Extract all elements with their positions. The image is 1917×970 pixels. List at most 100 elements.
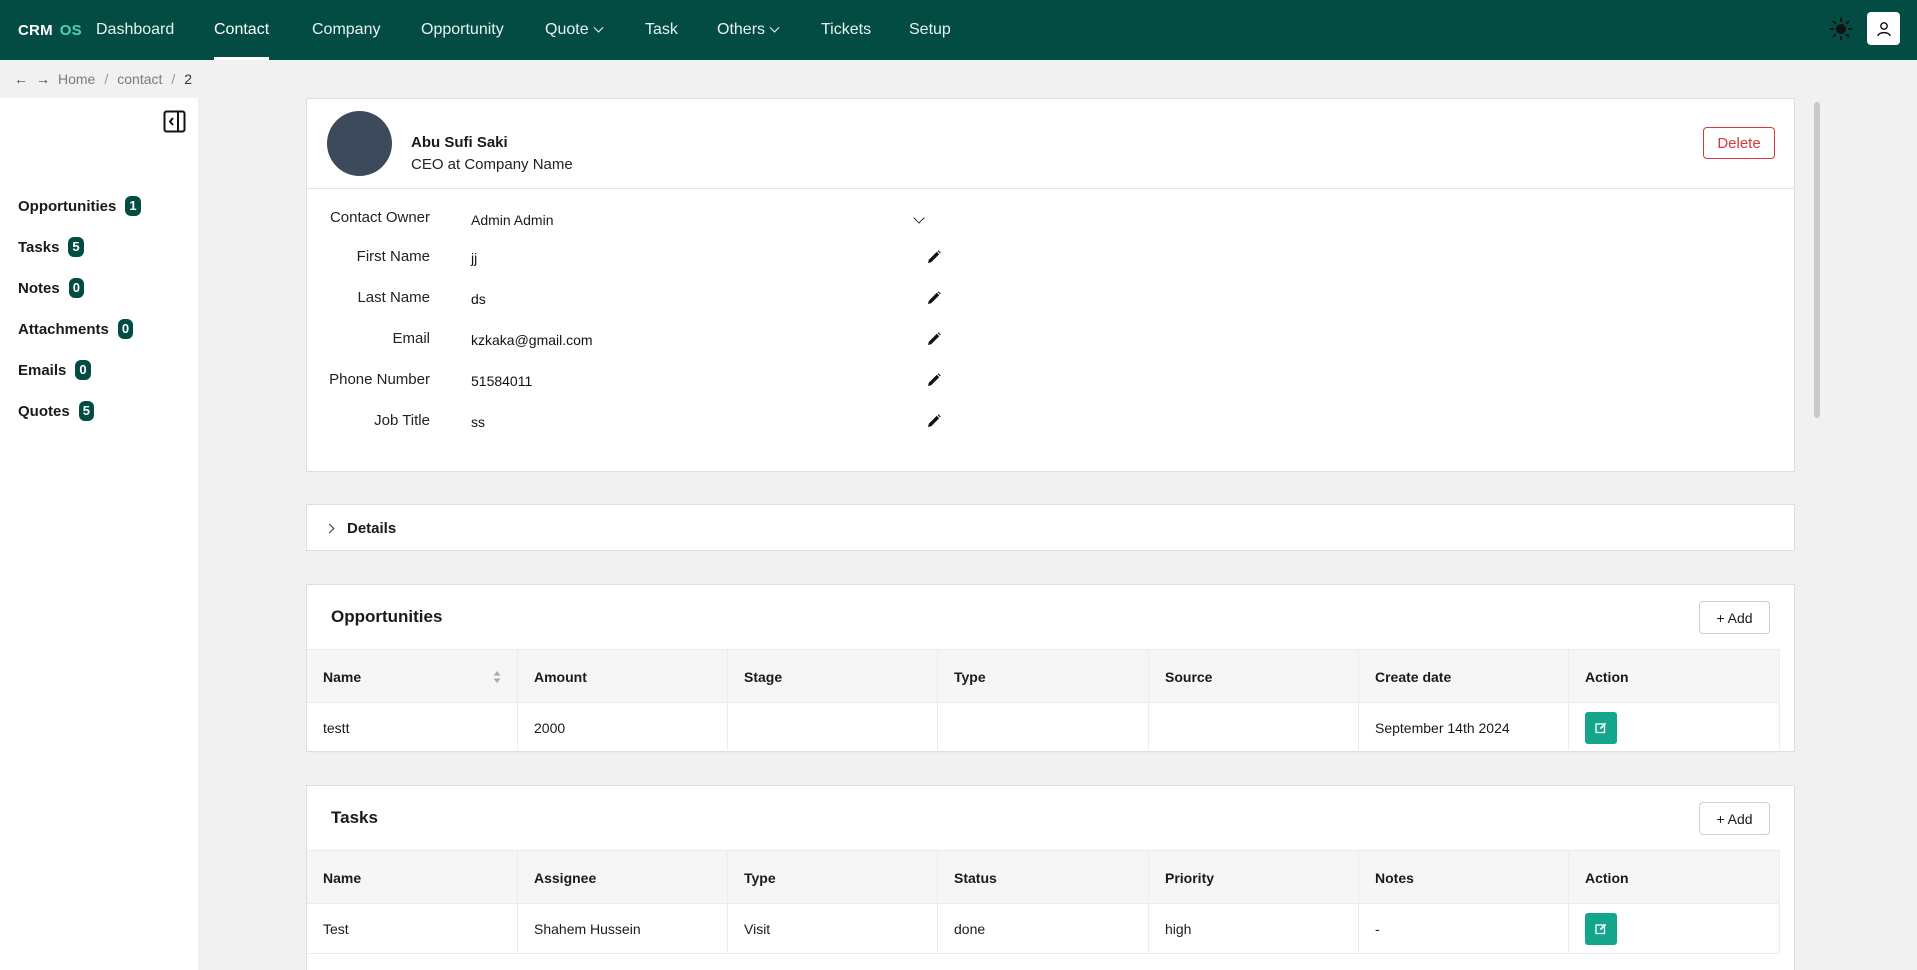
contact-owner-value: Admin Admin — [471, 212, 554, 228]
details-collapsible[interactable]: Details — [306, 504, 1795, 551]
breadcrumb-contact[interactable]: contact — [117, 71, 162, 87]
count-badge: 5 — [78, 401, 94, 421]
theme-toggle-sun-icon[interactable] — [1829, 17, 1853, 41]
edit-pencil-icon[interactable] — [926, 372, 942, 388]
column-header-amount: Amount — [518, 650, 728, 704]
page-scrollbar[interactable] — [1811, 98, 1823, 970]
divider — [307, 188, 1794, 189]
first-name-value: jj — [471, 250, 478, 266]
edit-pencil-icon[interactable] — [926, 331, 942, 347]
contact-name: Abu Sufi Saki — [411, 134, 508, 151]
edit-row-button[interactable] — [1585, 913, 1617, 945]
nav-task[interactable]: Task — [645, 0, 678, 60]
opportunities-title: Opportunities — [331, 607, 443, 626]
sidebar-item-label: Tasks — [18, 238, 60, 256]
cell-name: Test — [307, 904, 518, 954]
cell-action — [1569, 904, 1780, 954]
count-badge: 5 — [68, 237, 84, 257]
cell-amount: 2000 — [518, 703, 728, 753]
sidebar-item-tasks[interactable]: Tasks 5 — [18, 237, 84, 257]
edit-pencil-icon[interactable] — [926, 249, 942, 265]
last-name-value: ds — [471, 291, 486, 307]
edit-row-button[interactable] — [1585, 712, 1617, 744]
nav-label: Quote — [545, 21, 589, 38]
count-badge: 0 — [117, 319, 134, 339]
table-header: Name Amount Stage Type Source Create dat… — [307, 649, 1780, 704]
sidebar-item-label: Notes — [18, 279, 60, 297]
delete-button[interactable]: Delete — [1703, 127, 1775, 159]
cell-source — [1149, 703, 1359, 753]
nav-contact[interactable]: Contact — [214, 0, 270, 60]
breadcrumb: ← → Home / contact / 2 — [14, 70, 192, 88]
nav-opportunity[interactable]: Opportunity — [421, 0, 504, 60]
tasks-section: Tasks + Add Name Assignee Type Status Pr… — [306, 785, 1795, 970]
cell-stage — [728, 703, 938, 753]
sidebar-item-emails[interactable]: Emails 0 — [18, 360, 91, 380]
column-header-name[interactable]: Name — [307, 650, 518, 704]
sidebar-item-quotes[interactable]: Quotes 5 — [18, 401, 94, 421]
column-header-action: Action — [1569, 650, 1780, 704]
avatar — [327, 111, 392, 176]
cell-priority: high — [1149, 904, 1359, 954]
count-badge: 0 — [75, 360, 91, 380]
nav-label: Tickets — [821, 21, 872, 38]
user-menu-button[interactable] — [1867, 12, 1900, 45]
chevron-down-icon — [593, 22, 604, 33]
breadcrumb-home[interactable]: Home — [58, 71, 95, 87]
scrollbar-thumb[interactable] — [1814, 102, 1820, 418]
breadcrumb-current: 2 — [184, 71, 193, 87]
column-header-stage: Stage — [728, 650, 938, 704]
email-label: Email — [392, 330, 430, 347]
table-header: Name Assignee Type Status Priority Notes… — [307, 850, 1780, 905]
edit-square-icon — [1595, 923, 1607, 935]
edit-square-icon — [1595, 722, 1607, 734]
column-header-label: Name — [323, 669, 362, 685]
nav-label: Company — [312, 21, 381, 38]
chevron-down-icon — [769, 22, 780, 33]
sidebar-collapse-icon[interactable] — [163, 110, 186, 133]
add-task-button[interactable]: + Add — [1699, 802, 1770, 835]
nav-quote[interactable]: Quote — [545, 0, 604, 60]
sidebar-item-opportunities[interactable]: Opportunities 1 — [18, 196, 141, 216]
nav-label: Contact — [214, 21, 270, 38]
column-header-priority: Priority — [1149, 851, 1359, 905]
cell-notes: - — [1359, 904, 1569, 954]
sidebar-item-label: Opportunities — [18, 197, 117, 215]
column-header-notes: Notes — [1359, 851, 1569, 905]
top-nav: CRM OS Dashboard Contact Company Opportu… — [0, 0, 1917, 60]
nav-label: Opportunity — [421, 21, 504, 38]
last-name-label: Last Name — [357, 289, 430, 306]
sidebar-item-attachments[interactable]: Attachments 0 — [18, 319, 134, 339]
add-opportunity-button[interactable]: + Add — [1699, 601, 1770, 634]
brand-logo[interactable]: CRM OS — [18, 0, 82, 60]
column-header-action: Action — [1569, 851, 1780, 905]
column-header-name: Name — [307, 851, 518, 905]
table-row[interactable]: Test Shahem Hussein Visit done high - — [307, 904, 1780, 954]
column-header-type: Type — [728, 851, 938, 905]
nav-tickets[interactable]: Tickets — [821, 0, 871, 60]
sort-icon[interactable] — [493, 670, 501, 684]
edit-pencil-icon[interactable] — [926, 413, 942, 429]
cell-action — [1569, 703, 1780, 753]
count-badge: 1 — [125, 196, 141, 216]
table-row[interactable]: testt 2000 September 14th 2024 — [307, 703, 1780, 753]
nav-dashboard[interactable]: Dashboard — [96, 0, 174, 60]
cell-assignee: Shahem Hussein — [518, 904, 728, 954]
nav-setup[interactable]: Setup — [909, 0, 951, 60]
nav-label: Setup — [909, 21, 951, 38]
chevron-right-icon — [324, 523, 335, 534]
edit-pencil-icon[interactable] — [926, 290, 942, 306]
column-header-type: Type — [938, 650, 1149, 704]
cell-create-date: September 14th 2024 — [1359, 703, 1569, 753]
sidebar-item-notes[interactable]: Notes 0 — [18, 278, 84, 298]
breadcrumb-separator: / — [104, 71, 109, 87]
back-arrow-icon[interactable]: ← — [14, 71, 30, 87]
forward-arrow-icon[interactable]: → — [36, 71, 52, 87]
phone-number-label: Phone Number — [329, 371, 430, 388]
nav-label: Others — [717, 21, 766, 38]
nav-company[interactable]: Company — [312, 0, 380, 60]
column-header-status: Status — [938, 851, 1149, 905]
nav-others[interactable]: Others — [717, 0, 780, 60]
contact-owner-select[interactable]: Admin Admin — [471, 208, 931, 232]
contact-profile-card: Abu Sufi Saki CEO at Company Name Delete… — [306, 98, 1795, 472]
